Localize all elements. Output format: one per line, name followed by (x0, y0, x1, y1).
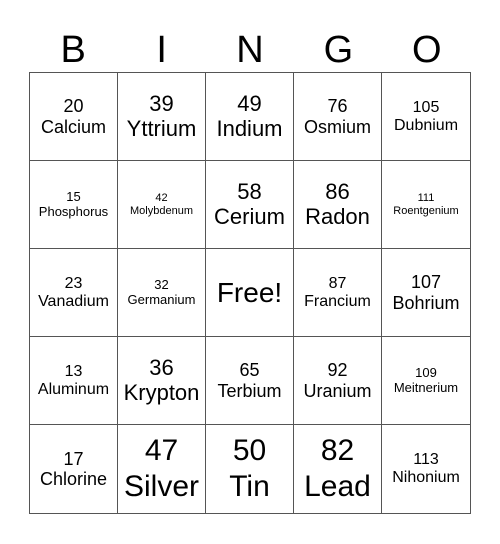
bingo-cell-francium[interactable]: 87 Francium (294, 249, 382, 337)
bingo-cell-nihonium[interactable]: 113 Nihonium (382, 425, 470, 513)
bingo-cell-tin[interactable]: 50 Tin (206, 425, 294, 513)
atomic-number: 50 (232, 434, 267, 467)
element-name: Dubnium (393, 116, 459, 134)
atomic-number: 107 (410, 272, 442, 293)
atomic-number: 76 (327, 96, 348, 117)
element-name: Meitnerium (393, 379, 459, 395)
free-space-label: Free! (216, 276, 283, 308)
bingo-cell-aluminum[interactable]: 13 Aluminum (30, 337, 118, 425)
element-name: Radon (305, 203, 370, 229)
element-name: Calcium (40, 116, 106, 137)
atomic-number: 105 (412, 98, 440, 116)
header-letter-i: I (156, 29, 167, 71)
atomic-number: 65 (239, 360, 260, 381)
bingo-cell-dubnium[interactable]: 105 Dubnium (382, 73, 470, 161)
bingo-cell-chlorine[interactable]: 17 Chlorine (30, 425, 118, 513)
atomic-number: 32 (154, 276, 169, 292)
element-name: Germanium (127, 291, 196, 307)
bingo-cell-roentgenium[interactable]: 111 Roentgenium (382, 161, 470, 249)
atomic-number: 58 (237, 178, 262, 204)
element-name: Tin (229, 470, 270, 503)
atomic-number: 49 (237, 90, 262, 116)
atomic-number: 87 (328, 274, 347, 292)
atomic-number: 109 (415, 364, 437, 380)
element-name: Roentgenium (393, 204, 459, 217)
bingo-cell-meitnerium[interactable]: 109 Meitnerium (382, 337, 470, 425)
atomic-number: 39 (149, 90, 174, 116)
bingo-cell-krypton[interactable]: 36 Krypton (118, 337, 206, 425)
atomic-number: 20 (63, 96, 84, 117)
element-name: Silver (123, 470, 199, 503)
element-name: Vanadium (38, 292, 109, 310)
bingo-cell-uranium[interactable]: 92 Uranium (294, 337, 382, 425)
atomic-number: 82 (320, 434, 355, 467)
bingo-cell-silver[interactable]: 47 Silver (118, 425, 206, 513)
element-name: Lead (304, 470, 371, 503)
atomic-number: 86 (325, 178, 350, 204)
element-name: Francium (304, 292, 371, 310)
bingo-cell-vanadium[interactable]: 23 Vanadium (30, 249, 118, 337)
atomic-number: 113 (413, 451, 439, 469)
element-name: Chlorine (39, 469, 108, 489)
bingo-header: BINGO (29, 28, 471, 72)
bingo-cell-germanium[interactable]: 32 Germanium (118, 249, 206, 337)
atomic-number: 42 (155, 192, 168, 205)
header-letter-b: B (60, 29, 86, 71)
atomic-number: 47 (144, 434, 179, 467)
atomic-number: 23 (64, 274, 83, 292)
element-name: Phosphorus (38, 203, 109, 219)
atomic-number: 15 (66, 188, 81, 204)
bingo-cell-osmium[interactable]: 76 Osmium (294, 73, 382, 161)
free-space-cell[interactable]: Free! (206, 249, 294, 337)
header-letter-o: O (412, 29, 442, 71)
header-letter-g: G (323, 29, 354, 71)
element-name: Krypton (123, 379, 200, 405)
bingo-card-grid: 20 Calcium 39 Yttrium 49 Indium 76 Osmium 105 Dub… (29, 72, 471, 514)
atomic-number: 92 (327, 360, 348, 381)
element-name: Bohrium (392, 292, 460, 313)
atomic-number: 36 (149, 354, 174, 380)
bingo-cell-yttrium[interactable]: 39 Yttrium (118, 73, 206, 161)
atomic-number: 13 (64, 362, 83, 380)
bingo-cell-phosphorus[interactable]: 15 Phosphorus (30, 161, 118, 249)
element-name: Aluminum (37, 380, 110, 398)
bingo-cell-bohrium[interactable]: 107 Bohrium (382, 249, 470, 337)
atomic-number: 111 (417, 192, 435, 205)
element-name: Indium (216, 115, 283, 141)
element-name: Osmium (304, 116, 371, 137)
element-name: Molybdenum (130, 204, 193, 217)
element-name: Yttrium (126, 115, 197, 141)
bingo-cell-calcium[interactable]: 20 Calcium (30, 73, 118, 161)
bingo-cell-terbium[interactable]: 65 Terbium (206, 337, 294, 425)
atomic-number: 17 (63, 448, 84, 469)
bingo-cell-cerium[interactable]: 58 Cerium (206, 161, 294, 249)
bingo-cell-lead[interactable]: 82 Lead (294, 425, 382, 513)
element-name: Nihonium (392, 469, 460, 486)
element-name: Uranium (303, 380, 372, 401)
bingo-cell-indium[interactable]: 49 Indium (206, 73, 294, 161)
element-name: Cerium (214, 203, 285, 229)
bingo-cell-molybdenum[interactable]: 42 Molybdenum (118, 161, 206, 249)
element-name: Terbium (217, 380, 282, 401)
header-letter-n: N (236, 29, 264, 71)
bingo-cell-radon[interactable]: 86 Radon (294, 161, 382, 249)
